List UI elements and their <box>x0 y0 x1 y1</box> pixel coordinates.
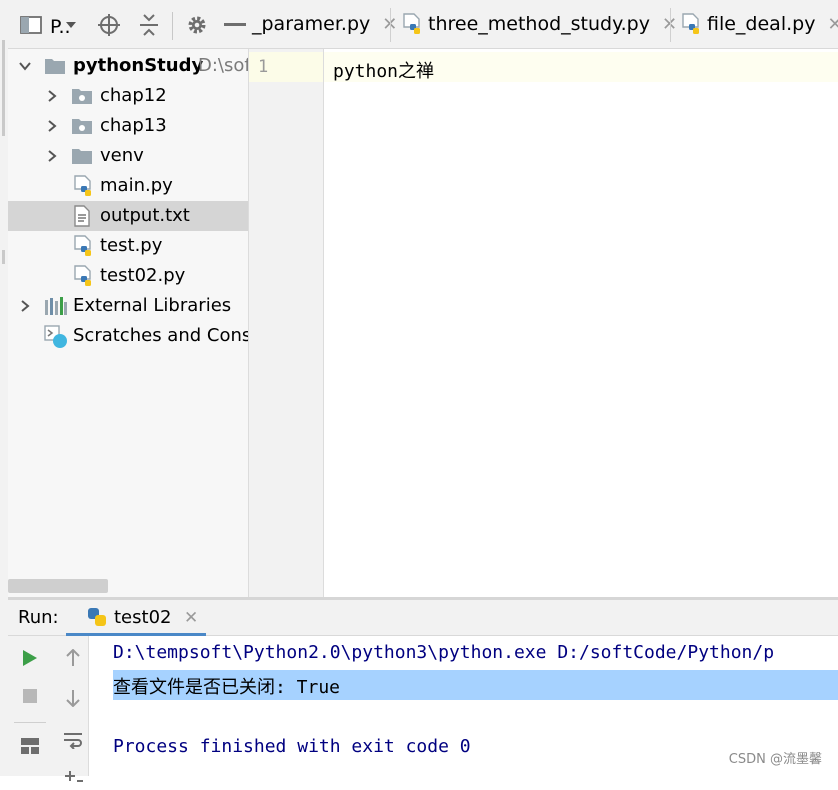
chevron-right-icon[interactable] <box>45 89 59 103</box>
minimize-icon[interactable] <box>222 12 248 38</box>
tree-root[interactable]: pythonStudy D:\sof <box>8 51 248 81</box>
tab-label: file_deal.py <box>707 13 816 35</box>
tree-item-chap13[interactable]: chap13 <box>8 111 248 141</box>
run-tab-label: test02 <box>114 607 172 628</box>
project-root-path: D:\sof <box>198 55 249 76</box>
tab-separator <box>390 8 391 42</box>
dropdown-icon[interactable] <box>66 22 76 28</box>
watermark: CSDN @流墨馨 <box>728 752 822 767</box>
folder-icon <box>44 57 66 75</box>
python-file-icon <box>73 265 93 287</box>
editor-gutter: 1 <box>249 49 324 597</box>
run-tool-window-header: Run: test02 ✕ <box>8 600 838 636</box>
python-file-icon <box>73 175 93 197</box>
stop-icon[interactable] <box>16 682 44 710</box>
tree-item-label: External Libraries <box>73 295 232 316</box>
python-file-icon <box>402 13 422 35</box>
project-tree: pythonStudy D:\sof chap12 chap13 venv ma… <box>8 49 249 597</box>
run-toolbar <box>8 636 89 782</box>
tree-item-test-py[interactable]: test.py <box>8 231 248 261</box>
tree-item-label: venv <box>100 145 144 166</box>
tree-item-chap12[interactable]: chap12 <box>8 81 248 111</box>
soft-wrap-icon[interactable] <box>59 726 87 754</box>
edge-marker <box>2 250 5 264</box>
folder-icon <box>71 87 93 105</box>
rerun-icon[interactable] <box>16 644 44 672</box>
scroll-to-end-icon[interactable] <box>59 762 87 790</box>
tree-item-label: test.py <box>100 235 163 256</box>
tree-item-test02-py[interactable]: test02.py <box>8 261 248 291</box>
python-icon <box>86 606 108 628</box>
tab-separator <box>670 8 671 42</box>
close-icon[interactable]: ✕ <box>827 14 838 35</box>
run-label: Run: <box>18 607 59 628</box>
tree-item-scratches[interactable]: Scratches and Conso <box>8 321 248 351</box>
tree-horizontal-scrollbar[interactable] <box>8 579 108 593</box>
chevron-right-icon[interactable] <box>45 149 59 163</box>
arrow-up-icon[interactable] <box>59 644 87 672</box>
tree-item-venv[interactable]: venv <box>8 141 248 171</box>
tab-run-test02[interactable]: test02 ✕ <box>66 600 206 636</box>
tree-item-label: test02.py <box>100 265 186 286</box>
arrow-down-icon[interactable] <box>59 684 87 712</box>
run-console[interactable]: D:\tempsoft\Python2.0\python3\python.exe… <box>96 636 838 776</box>
folder-icon <box>71 147 93 165</box>
gear-icon[interactable] <box>184 12 210 38</box>
tab-file-deal[interactable]: file_deal.py ✕ <box>681 0 838 48</box>
python-file-icon <box>73 235 93 257</box>
chevron-down-icon[interactable] <box>18 59 32 73</box>
tab-label: _paramer.py <box>252 13 371 35</box>
toolbar-separator <box>14 722 46 723</box>
chevron-right-icon[interactable] <box>18 299 32 313</box>
tree-item-output-txt[interactable]: output.txt <box>8 201 248 231</box>
target-icon[interactable] <box>96 12 122 38</box>
toolbar: P.. _paramer.py ✕ three_method_study.py … <box>8 0 838 49</box>
toolbar-separator <box>172 12 173 40</box>
folder-icon <box>71 117 93 135</box>
console-command-line: D:\tempsoft\Python2.0\python3\python.exe… <box>113 642 775 663</box>
tab-three-method-study[interactable]: three_method_study.py ✕ <box>402 0 677 48</box>
tree-item-label: output.txt <box>100 205 190 226</box>
tree-item-main-py[interactable]: main.py <box>8 171 248 201</box>
line-number: 1 <box>258 57 269 77</box>
chevron-right-icon[interactable] <box>45 119 59 133</box>
layout-icon[interactable] <box>16 732 44 760</box>
console-output-line: 查看文件是否已关闭: True <box>113 677 341 698</box>
project-view-icon[interactable] <box>18 12 44 38</box>
tree-item-external-libraries[interactable]: External Libraries <box>8 291 248 321</box>
edge-marker <box>2 40 5 136</box>
tree-item-label: chap13 <box>100 115 167 136</box>
editor-area[interactable]: python之禅 <box>324 49 838 597</box>
python-file-icon <box>681 13 701 35</box>
text-file-icon <box>74 205 90 227</box>
collapse-all-icon[interactable] <box>136 12 162 38</box>
libraries-icon <box>44 296 68 316</box>
tree-item-label: main.py <box>100 175 173 196</box>
editor-code-line[interactable]: python之禅 <box>333 57 434 83</box>
scratches-icon <box>44 325 68 349</box>
close-icon[interactable]: ✕ <box>184 608 198 628</box>
tree-item-label: Scratches and Conso <box>73 325 249 346</box>
console-exit-line: Process finished with exit code 0 <box>113 736 471 757</box>
project-root-name: pythonStudy <box>73 55 204 76</box>
tab-paramer[interactable]: _paramer.py ✕ <box>252 0 397 48</box>
tree-item-label: chap12 <box>100 85 167 106</box>
tab-label: three_method_study.py <box>428 13 650 35</box>
